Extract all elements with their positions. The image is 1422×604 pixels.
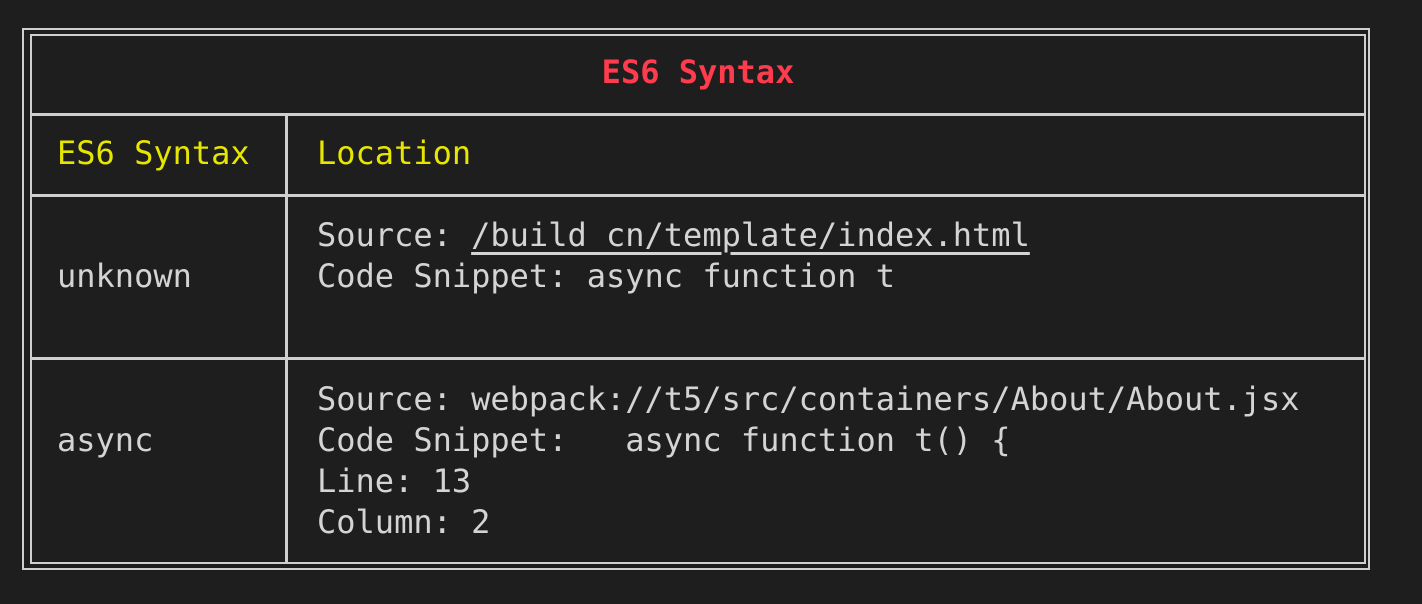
row-1-source-label: Source: [317, 216, 472, 254]
row-1-source-link[interactable]: /build_cn/template/index.html [471, 216, 1030, 254]
row-2-line: Line: 13 [317, 462, 472, 500]
column-header-location: Location [317, 134, 472, 172]
row-2-column: Column: 2 [317, 503, 491, 541]
row-divider [30, 357, 1366, 360]
row-2-syntax: async [57, 421, 154, 459]
row-1-snippet: Code Snippet: async function t [317, 257, 895, 295]
column-divider [285, 115, 288, 562]
row-2-snippet: Code Snippet: async function t() { [317, 421, 1011, 459]
table-title: ES6 Syntax [601, 53, 795, 91]
row-1-syntax: unknown [57, 257, 192, 295]
row-2-source-label: Source: [317, 380, 472, 418]
row-1-source: Source: /build_cn/template/index.html [317, 215, 1030, 256]
row-2-source: Source: webpack://t5/src/containers/Abou… [317, 379, 1300, 420]
row-2-source-path: webpack://t5/src/containers/About/About.… [471, 380, 1300, 418]
column-header-syntax: ES6 Syntax [57, 134, 250, 172]
header-divider [30, 194, 1366, 197]
title-divider [30, 113, 1366, 116]
